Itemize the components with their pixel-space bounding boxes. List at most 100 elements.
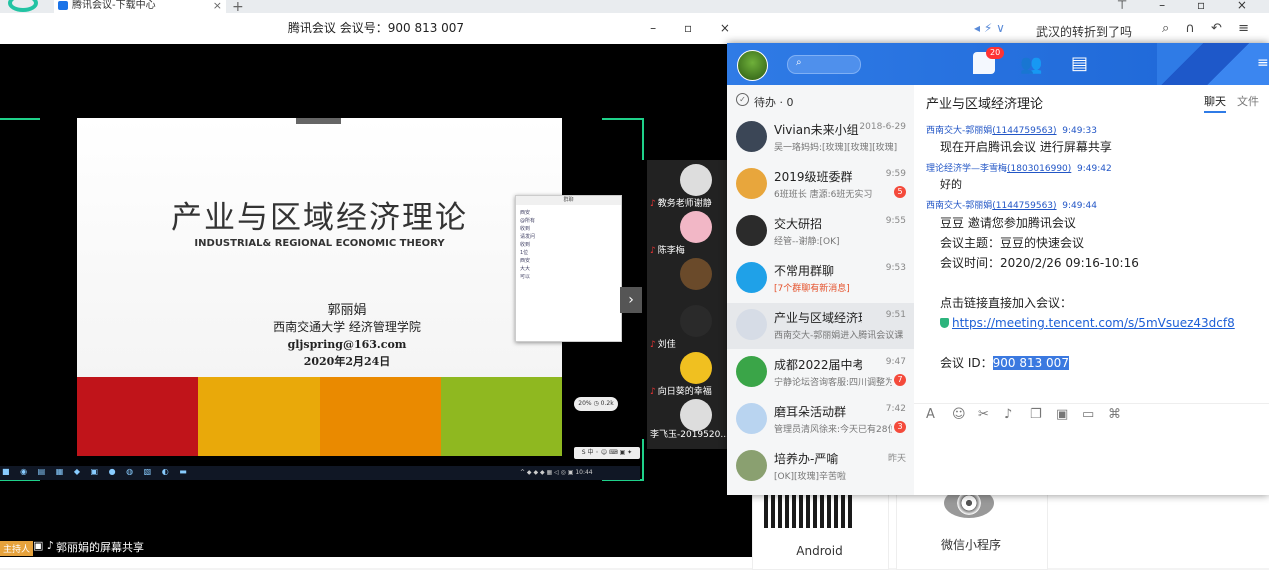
chat-panel: 产业与区域经济理论 聊天 文件 西南交大-郭丽娟(1144759563) 9:4… [914,85,1269,495]
voice-icon[interactable]: ♪ [1004,407,1012,422]
contacts-icon[interactable]: 👥 [1020,54,1042,75]
meeting-id-row: 会议 ID：900 813 007 [940,353,1235,373]
conversation-item[interactable]: 磨耳朵活动群 7:42 管理员清风徐来:今天已有28位 3 [727,397,914,443]
message-sender-qq[interactable]: (1803016990) [1007,164,1071,174]
conversation-item[interactable]: Vivian未来小组 2018-6-29 吴一珞妈妈:[玫瑰][玫瑰][玫瑰] [727,115,914,161]
taskbar-tray: ^ ◆ ◆ ◆ ▦ ◁ ◎ ▣ 10:44 [520,469,593,476]
conversation-preview: 经管--谢静:[OK] [774,237,840,247]
menu-icon[interactable]: ≡ [1257,55,1269,71]
tab-chat[interactable]: 聊天 [1204,93,1226,113]
participant-avatar [680,352,712,384]
invite-link-row: https://meeting.tencent.com/s/5mVsuez43d… [940,313,1235,333]
unread-badge: 20 [986,47,1005,59]
conversation-item[interactable]: 不常用群聊 9:53 [7个群聊有新消息] [727,256,914,302]
android-label: Android [796,544,843,558]
conversation-preview: 吴一珞妈妈:[玫瑰][玫瑰][玫瑰] [774,143,898,153]
conversation-item[interactable]: 成都2022届中考交流1群 9:47 宁静论坛咨询客服:四川调整为7 [727,350,914,396]
message-sender[interactable]: 西南交大-郭丽娟 [926,201,992,211]
speed-widget[interactable]: 20% ◷ 0.2k [574,397,618,411]
tab-close-icon[interactable]: × [213,0,222,11]
shared-chat-line: 请发问 [520,234,536,240]
screenshot-icon[interactable]: ✂ [978,407,989,422]
message-sender[interactable]: 理论经济学—李雪梅 [926,164,1007,174]
share-control-tab[interactable] [296,118,341,124]
message-sender-qq[interactable]: (1144759563) [992,201,1056,211]
conversation-preview: [7个群聊有新消息] [774,284,850,294]
conversation-item[interactable]: 2019级班委群 9:59 6班班长 唐源:6班无实习 5 [727,162,914,208]
conversation-preview: 管理员清风徐来:今天已有28位 [774,425,892,435]
browser-logo-icon [8,0,38,12]
conversation-item[interactable]: 培养办-严喻 昨天 [OK][玫瑰]辛苦啦 [727,444,914,490]
shared-chat-line: 大大 [520,266,531,272]
ime-toolbar[interactable]: S 中 ◦ ☺ ⌨ ▣ ✦ [574,447,640,459]
tab-files[interactable]: 文件 [1237,93,1259,109]
meeting-bottom-bar: 主持人 ▣ ♪ 郭丽娟的屏幕共享 [0,537,752,557]
conversation-avatar [736,403,767,434]
page-footer [0,557,752,568]
participant-avatar [680,258,712,290]
participant-tile[interactable] [647,395,727,450]
browser-window-controls[interactable]: ⊤ – ▫ × [1117,0,1261,12]
search-icon: ⌕ [796,57,802,68]
qq-search-input[interactable]: ⌕ [787,55,861,74]
font-icon[interactable]: A [926,407,935,422]
qq-user-avatar[interactable] [737,50,768,81]
toolbar-share-icon[interactable]: ◂ ⚡ ∨ [974,21,1005,35]
shared-chat-line: 西安 [520,258,531,264]
shared-chat-line: 可以 [520,274,531,280]
message-text: 好的 [940,178,962,191]
conversation-preview: 宁静论坛咨询客服:四川调整为 [774,378,892,388]
more-icon[interactable]: ⌘ [1108,407,1121,422]
chat-input-toolbar: A ☺ ✂ ♪ ❐ ▣ ▭ ⌘ [914,403,1269,426]
folder-icon[interactable]: ▭ [1082,407,1094,422]
image-icon[interactable]: ▣ [1056,407,1068,422]
browser-tab-bar: 腾讯会议-下载中心 × + ⊤ – ▫ × [0,0,1269,15]
conversation-preview: 西南交大-郭丽娟进入腾讯会议课 [774,331,904,341]
conversation-name: 2019级班委群 [774,170,853,184]
message-sender[interactable]: 西南交大-郭丽娟 [926,126,992,136]
slide-color-bar [77,377,199,456]
message-sender-qq[interactable]: (1144759563) [992,126,1056,136]
conversation-item[interactable]: 交大研招 9:55 经管--谢静:[OK] [727,209,914,255]
conversation-avatar [736,450,767,481]
collect-icon[interactable]: ❐ [1030,407,1042,422]
tencent-meeting-favicon-icon [58,1,68,10]
qzone-icon[interactable]: ▤ [1071,53,1088,74]
shield-icon [940,318,949,328]
presentation-slide: 产业与区域经济理论 INDUSTRIAL& REGIONAL ECONOMIC … [77,118,562,456]
meeting-title-bar: 腾讯会议 会议号：900 813 007 – ▫ × [0,13,752,45]
message-header: 理论经济学—李雪梅(1803016990) 9:49:42 [926,161,1112,174]
share-frame-corner [602,118,644,160]
slide-color-bar [319,377,441,456]
address-bar-search-text[interactable]: 武汉的转折到了吗 [1036,23,1132,40]
message-time: 9:49:33 [1062,126,1097,136]
invite-topic: 会议主题：豆豆的快速会议 [940,236,1085,250]
conversation-item[interactable]: 产业与区域经济理论 9:51 西南交大-郭丽娟进入腾讯会议课 [727,303,914,349]
shared-screen-taskbar: ■ ◉ ▤ ▦ ◆ ▣ ● ◍ ▧ ◐ ▬ ^ ◆ ◆ ◆ ▦ ◁ ◎ ▣ 10… [0,466,640,480]
message-text: 现在开启腾讯会议 进行屏幕共享 [940,140,1112,154]
screen-share-mic-icon: ▣ ♪ [33,539,54,552]
meeting-id-selected[interactable]: 900 813 007 [992,356,1069,370]
conversation-avatar [736,262,767,293]
conversation-time: 9:55 [885,216,906,226]
slide-color-bars [77,377,562,456]
browser-tab[interactable]: 腾讯会议-下载中心 × [54,0,226,13]
todo-row[interactable]: ✓ 待办 · 0 [727,85,914,115]
emoji-icon[interactable]: ☺ [952,407,966,422]
toolbar-menu-icon[interactable]: ⌕ ∩ ↶ ≡ [1162,21,1255,36]
message-header: 西南交大-郭丽娟(1144759563) 9:49:44 [926,198,1097,211]
meeting-link[interactable]: https://meeting.tencent.com/s/5mVsuez43d… [952,316,1235,330]
message-time: 9:49:42 [1077,164,1112,174]
shared-chat-line: 1位 [520,250,529,256]
conversation-avatar [736,215,767,246]
conversation-name: 产业与区域经济理论 [774,311,862,325]
expand-arrow-icon[interactable]: › [620,287,642,313]
host-badge: 主持人 [0,541,34,556]
shared-chat-line: 收到 [520,242,531,248]
qq-header: ⌕ 20 👥 ▤ ≡ [727,43,1269,85]
participant-strip: ♪ 教务老师谢静 ♪ 陈李梅 ♪ 刘佳 ♪ 向日葵的幸福 [647,160,727,450]
message-time: 9:49:44 [1062,201,1097,211]
meeting-window-controls[interactable]: – ▫ × [650,13,742,44]
shared-chat-line: @所有 [520,218,536,224]
meeting-id-label: 会议 ID： [940,356,993,370]
